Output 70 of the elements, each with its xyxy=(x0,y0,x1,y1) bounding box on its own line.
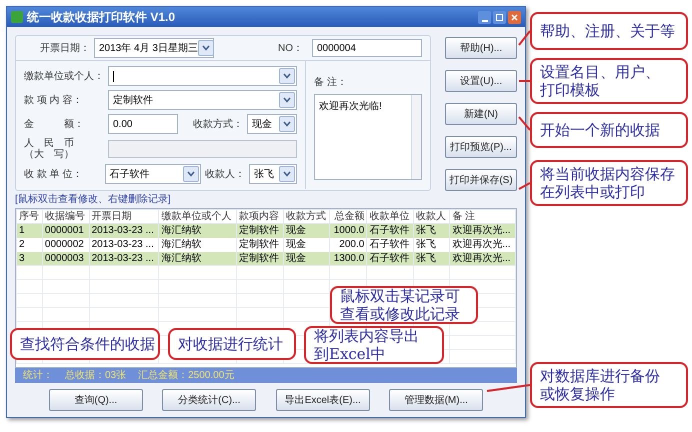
callout: 将当前收据内容保存 在列表中或打印 xyxy=(530,160,688,206)
callout: 鼠标双击某记录可 查看或修改此记录 xyxy=(330,286,478,324)
amount-field[interactable]: 0.00 xyxy=(108,114,178,134)
field-label: 开票日期： xyxy=(39,42,90,56)
side-button[interactable]: 打印并保存(S) xyxy=(445,169,517,191)
side-button[interactable]: 设置(U)... xyxy=(445,70,517,92)
table-cell: 欢迎再次光... xyxy=(450,252,516,266)
column-header[interactable]: 缴款单位或个人 xyxy=(158,210,237,224)
table-cell: 2013-03-23 ... xyxy=(89,252,159,266)
method-field[interactable]: 现金 xyxy=(247,114,297,134)
scrollbar[interactable] xyxy=(411,95,421,179)
action-button[interactable]: 分类统计(C)... xyxy=(162,389,256,411)
callout: 对收据进行统计 xyxy=(168,328,296,360)
remark-field[interactable]: 欢迎再次光临! xyxy=(314,94,422,180)
total-amount: 汇总金额：2500.00元 xyxy=(138,368,234,383)
leader-line xyxy=(519,80,530,82)
callout: 设置名目、用户、 打印模板 xyxy=(530,58,688,104)
unit-field[interactable]: 石子软件 xyxy=(104,164,201,184)
field-label: 缴款单位或个人： xyxy=(24,70,104,84)
column-header[interactable]: 序号 xyxy=(16,210,42,224)
window-title: 统一收款收据打印软件 V1.0 xyxy=(27,9,176,26)
leader-line xyxy=(518,182,530,190)
action-button[interactable]: 查询(Q)... xyxy=(48,389,143,411)
field-label: 收款方式： xyxy=(193,118,243,132)
status-label: 统计： xyxy=(23,368,53,383)
table-cell: 现金 xyxy=(283,252,330,266)
table-cell: 1300.0 xyxy=(330,252,367,266)
table-cell: 张飞 xyxy=(413,252,450,266)
action-button[interactable]: 管理数据(M)... xyxy=(389,389,484,411)
app-icon xyxy=(11,11,23,23)
payee-field[interactable]: 张飞 xyxy=(248,164,297,184)
table-cell: 0000003 xyxy=(42,252,90,266)
hint-text: [鼠标双击查看修改、右键删除记录] xyxy=(15,193,172,206)
minimize-icon[interactable] xyxy=(478,10,491,24)
callout: 帮助、注册、关于等 xyxy=(530,12,688,50)
payer-field[interactable] xyxy=(108,66,297,86)
table-cell: 3 xyxy=(16,252,42,266)
field-label: 款 项 内 容： xyxy=(24,94,84,108)
receipt-count: 总收据：03张 xyxy=(65,368,126,383)
close-icon[interactable] xyxy=(508,10,521,24)
field-label: 人 民 币 （大 写） xyxy=(24,138,75,160)
table-cell: 石子软件 xyxy=(366,252,414,266)
leader-line xyxy=(486,384,530,392)
item-field[interactable]: 定制软件 xyxy=(108,90,297,110)
callout: 将列表内容导出 到Excel中 xyxy=(304,326,444,364)
table-row[interactable]: 1 0000001 2013-03-23 ... 海汇纳软 定制软件 现金 1000.0 石子软件 张飞 欢迎再次光... xyxy=(16,224,516,238)
action-button[interactable]: 导出Excel表(E)... xyxy=(276,389,370,411)
table-cell: 定制软件 xyxy=(236,252,284,266)
leader-line xyxy=(518,30,531,46)
side-button[interactable]: 新建(N) xyxy=(445,103,517,125)
field-label: 金 额： xyxy=(24,118,85,132)
column-header[interactable]: 开票日期 xyxy=(89,210,159,224)
table-row[interactable]: 3 0000003 2013-03-23 ... 海汇纳软 定制软件 现金 1300.0 石子软件 张飞 欢迎再次光... xyxy=(16,252,516,266)
number-field[interactable]: 0000004 xyxy=(312,39,422,57)
callout: 对数据库进行备份 或恢复操作 xyxy=(530,362,688,408)
leader-line xyxy=(518,116,531,131)
maximize-icon[interactable] xyxy=(493,10,506,24)
table-row[interactable]: 2 0000002 2013-03-23 ... 海汇纳软 定制软件 现金 200.0 石子软件 张飞 欢迎再次光... xyxy=(16,238,516,252)
callout: 开始一个新的收据 xyxy=(530,112,688,148)
callout: 查找符合条件的收据 xyxy=(10,328,160,360)
field-label: 备 注： xyxy=(314,76,348,90)
table-cell: 海汇纳软 xyxy=(158,252,237,266)
text-cursor xyxy=(113,70,114,82)
side-button[interactable]: 打印预览(P)... xyxy=(445,136,517,158)
field-label: NO： xyxy=(278,42,304,56)
date-picker[interactable]: 2013年 4月 3日星期三 xyxy=(94,38,214,58)
field-label: 收 款 单 位： xyxy=(24,168,84,182)
side-button[interactable]: 帮助(H)... xyxy=(445,37,517,59)
column-header[interactable]: 备 注 xyxy=(450,210,516,224)
field-label: 收款人： xyxy=(204,168,245,182)
